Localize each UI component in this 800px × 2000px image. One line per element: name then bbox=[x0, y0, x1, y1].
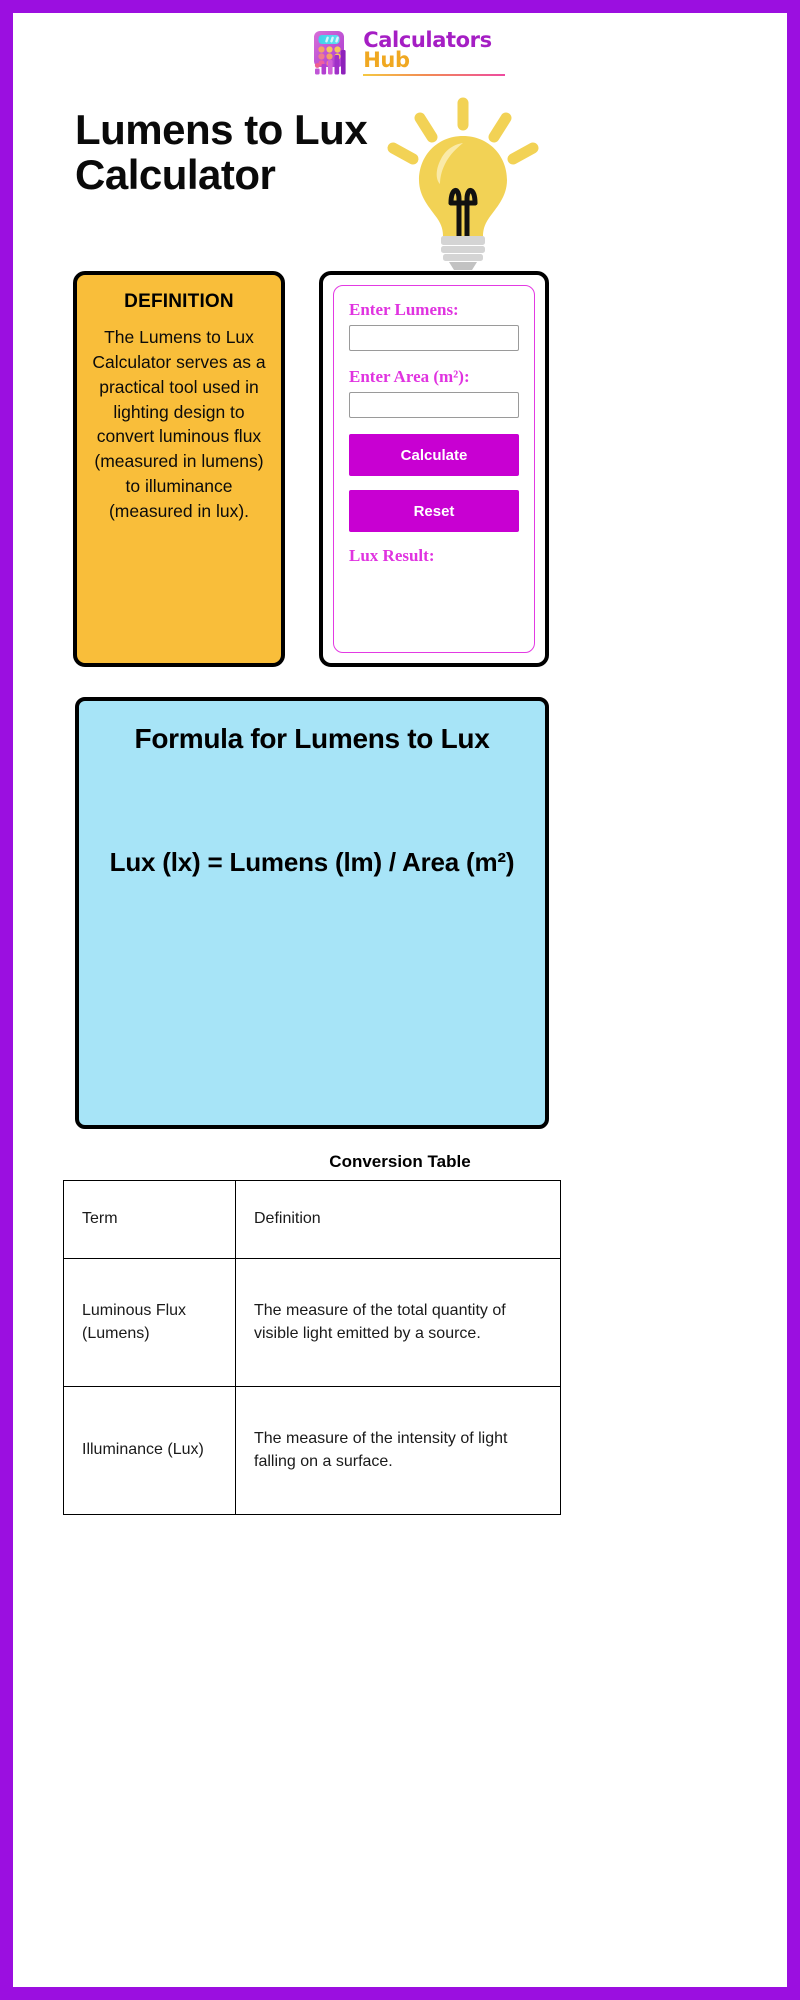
site-logo[interactable]: Calculators Hub bbox=[13, 29, 787, 77]
table-cell-definition: The measure of the total quantity of vis… bbox=[235, 1258, 561, 1387]
table-row: Illuminance (Lux) The measure of the int… bbox=[63, 1386, 561, 1515]
table-cell-term: Illuminance (Lux) bbox=[63, 1386, 236, 1515]
calculator-card: Enter Lumens: Enter Area (m²): Calculate… bbox=[319, 271, 549, 667]
lightbulb-icon bbox=[373, 91, 553, 271]
area-input[interactable] bbox=[349, 392, 519, 418]
page-frame: Calculators Hub Lumens to Lux Calculator bbox=[0, 0, 800, 2000]
lumens-input[interactable] bbox=[349, 325, 519, 351]
definition-heading: DEFINITION bbox=[124, 291, 234, 312]
area-label: Enter Area (m²): bbox=[349, 367, 470, 386]
page-canvas: Calculators Hub Lumens to Lux Calculator bbox=[13, 13, 787, 1987]
logo-group[interactable]: Calculators Hub bbox=[308, 29, 506, 77]
page-title: Lumens to Lux Calculator bbox=[75, 106, 368, 199]
formula-equation: Lux (lx) = Lumens (lm) / Area (m²) bbox=[109, 847, 515, 877]
table-cell-definition: The measure of the intensity of light fa… bbox=[235, 1386, 561, 1515]
logo-wordmark: Calculators Hub bbox=[363, 29, 506, 77]
calculate-button[interactable]: Calculate bbox=[349, 434, 519, 476]
definition-text: The Lumens to Lux Calculator serves as a… bbox=[92, 327, 266, 521]
lumens-label: Enter Lumens: bbox=[349, 300, 459, 319]
definition-card: DEFINITION The Lumens to Lux Calculator … bbox=[73, 271, 285, 667]
lux-result-label: Lux Result: bbox=[349, 546, 435, 565]
conversion-table-heading: Conversion Table bbox=[329, 1152, 471, 1171]
calculator-chart-icon bbox=[308, 29, 356, 77]
table-header-definition: Definition bbox=[235, 1180, 561, 1259]
table-cell-term: Luminous Flux (Lumens) bbox=[63, 1258, 236, 1387]
table-header-term: Term bbox=[63, 1180, 236, 1259]
logo-underline bbox=[363, 74, 506, 77]
table-row: Luminous Flux (Lumens) The measure of th… bbox=[63, 1258, 561, 1387]
formula-card: Formula for Lumens to Lux Lux (lx) = Lum… bbox=[75, 697, 549, 1129]
conversion-table: Term Definition Luminous Flux (Lumens) T… bbox=[63, 1180, 561, 1515]
logo-secondary-text: Hub bbox=[363, 47, 410, 72]
formula-heading: Formula for Lumens to Lux bbox=[134, 723, 490, 754]
reset-button[interactable]: Reset bbox=[349, 490, 519, 532]
calculator-inner-panel: Enter Lumens: Enter Area (m²): Calculate… bbox=[333, 285, 535, 653]
table-header-row: Term Definition bbox=[63, 1180, 561, 1259]
